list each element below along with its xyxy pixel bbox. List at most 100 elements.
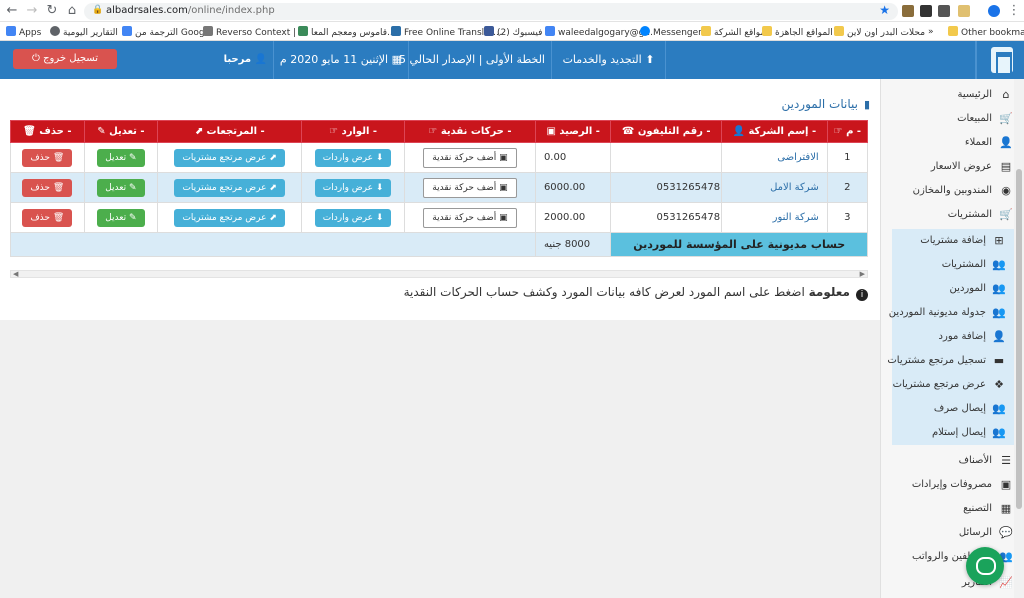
back-icon[interactable]: ← xyxy=(4,3,20,19)
table-row: 2 شركة الامل 0531265478 6000.00 ▣ أضف حر… xyxy=(10,172,869,203)
horizontal-scrollbar[interactable]: ◀ ▶ xyxy=(10,270,868,278)
company-link[interactable]: شركة النور xyxy=(720,202,828,233)
arrow-up-icon: ⬆ xyxy=(641,53,655,66)
sidebar-subitem-receive-receipt[interactable]: 👥 إيصال إستلام xyxy=(892,421,1014,445)
app-header: ⏻ تسجيل خروج 👤 مرحبا Groceryshopalbadr@g… xyxy=(0,41,1024,141)
bookmark-item[interactable]: الترجمة من Google xyxy=(122,26,213,38)
company-link[interactable]: الافتراضى xyxy=(720,142,828,173)
sidebar-item-purchases[interactable]: 🛒 المشتريات xyxy=(890,203,1024,227)
bookmark-folder[interactable]: المواقع الجاهزة xyxy=(762,26,833,38)
extension-icon[interactable] xyxy=(920,5,932,17)
cubes-icon: ❖ xyxy=(994,378,1004,391)
bookmark-folder[interactable]: محلات البدر اون لاين xyxy=(834,26,925,38)
bookmark-item[interactable]: waleedalgogary@g... xyxy=(545,26,653,38)
scrollbar-thumb[interactable] xyxy=(1016,169,1022,509)
sidebar-item-customers[interactable]: 👤 العملاء xyxy=(890,131,1024,155)
bookmark-item[interactable]: التقارير اليومية xyxy=(50,26,118,38)
renewal-services-link[interactable]: ⬆ التجديد والخدمات xyxy=(551,41,665,79)
list-icon: ☰ xyxy=(1001,454,1011,467)
sidebar-subitem-view-returns[interactable]: ❖ عرض مرتجع مشتريات xyxy=(892,373,1014,397)
sidebar-item-manufacturing[interactable]: ▦ التصنيع xyxy=(890,497,1024,521)
edit-button[interactable]: ✎ تعديل xyxy=(97,208,145,227)
sidebar-subitem-payment-receipt[interactable]: 👥 إيصال صرف xyxy=(892,397,1014,421)
logo[interactable] xyxy=(976,41,1024,79)
scroll-left-icon[interactable]: ◀ xyxy=(13,270,18,278)
external-link-icon: ⬈ xyxy=(266,212,277,223)
sidebar-scrollbar[interactable] xyxy=(1014,79,1024,598)
chat-bubble-icon[interactable] xyxy=(966,547,1004,585)
trash-icon: 🗑 xyxy=(49,212,65,223)
sidebar-item-home[interactable]: ⌂ الرئيسية xyxy=(890,83,1024,107)
delete-button[interactable]: 🗑 حذف xyxy=(22,178,73,197)
bookmark-item[interactable]: قاموس ومعجم المعا... xyxy=(298,26,396,38)
bookmark-folder[interactable]: Other bookmarks xyxy=(948,26,1024,38)
star-icon[interactable]: ★ xyxy=(879,3,890,17)
reload-icon[interactable]: ↻ xyxy=(44,3,60,19)
company-link[interactable]: شركة الامل xyxy=(720,172,828,203)
bookmark-item[interactable]: (2) فيسبوك xyxy=(484,26,542,38)
users-icon: 👥 xyxy=(992,258,1006,271)
row-number: 2 xyxy=(826,172,869,203)
extension-icon[interactable] xyxy=(958,5,970,17)
view-returns-button[interactable]: ⬈ عرض مرتجع مشتريات xyxy=(174,148,285,167)
sidebar-subitem-add-purchase[interactable]: ⊞ إضافة مشتريات xyxy=(892,229,1014,253)
view-incoming-button[interactable]: ⬇ عرض واردات xyxy=(314,178,392,197)
power-icon: ⏻ xyxy=(31,53,44,64)
sidebar-item-items[interactable]: ☰ الأصناف xyxy=(890,449,1024,473)
edit-icon: ✎ xyxy=(126,212,137,223)
view-returns-button[interactable]: ⬈ عرض مرتجع مشتريات xyxy=(174,178,285,197)
header-spacer xyxy=(665,41,976,79)
returns-cell: ⬈ عرض مرتجع مشتريات xyxy=(157,172,303,203)
profile-avatar[interactable] xyxy=(988,5,1000,17)
hand-icon: ☞ xyxy=(833,126,843,137)
reverso-icon xyxy=(203,26,213,36)
home-icon[interactable]: ⌂ xyxy=(64,3,80,19)
column-header-phone: - رقم التليفون ☎ xyxy=(610,120,722,143)
bookmark-item[interactable]: Messenger xyxy=(640,26,702,38)
bookmark-item[interactable]: Reverso Context | ... xyxy=(203,26,308,38)
view-returns-button[interactable]: ⬈ عرض مرتجع مشتريات xyxy=(174,208,285,227)
more-bookmarks-icon[interactable]: » xyxy=(928,26,934,38)
row-number: 1 xyxy=(826,142,869,173)
extension-icon[interactable] xyxy=(938,5,950,17)
column-header-cash: - حركات نقدية ☞ xyxy=(403,120,536,143)
sidebar-item-reps[interactable]: ◉ المندوبين والمخازن xyxy=(890,179,1024,203)
edit-button[interactable]: ✎ تعديل xyxy=(97,148,145,167)
card-icon: ▤ xyxy=(1000,160,1012,173)
column-header-returns: - المرتجعات ⬈ xyxy=(157,120,303,143)
sidebar-subitem-suppliers[interactable]: 👥 الموردين xyxy=(892,277,1014,301)
add-cash-movement-button[interactable]: ▣ أضف حركة نقدية xyxy=(423,177,517,198)
view-incoming-button[interactable]: ⬇ عرض واردات xyxy=(314,148,392,167)
user-menu[interactable]: 👤 مرحبا Groceryshopalbadr@gmail.com ▾ xyxy=(91,41,267,141)
sidebar-item-quotes[interactable]: ▤ عروض الاسعار xyxy=(890,155,1024,179)
menu-icon[interactable]: ⋮ xyxy=(1006,3,1022,19)
url-path: /online/index.php xyxy=(187,5,275,16)
sidebar-item-expenses[interactable]: ▣ مصروفات وإيرادات xyxy=(890,473,1024,497)
sidebar-subitem-register-return[interactable]: ▬ تسجيل مرتجع مشتريات xyxy=(887,349,1014,373)
scroll-right-icon[interactable]: ▶ xyxy=(860,270,865,278)
extension-icon[interactable] xyxy=(902,5,914,17)
sidebar-item-reports[interactable]: 📈التقارير xyxy=(890,571,1024,595)
phone-cell: 0531265478 xyxy=(610,172,722,203)
suppliers-table: - م ☞ - إسم الشركة 👤 - رقم التليفون ☎ - … xyxy=(10,120,869,257)
sidebar-subitem-add-supplier[interactable]: 👤 إضافة مورد xyxy=(892,325,1014,349)
column-header-delete: - حذف 🗑 xyxy=(10,120,85,143)
view-incoming-button[interactable]: ⬇ عرض واردات xyxy=(314,208,392,227)
sidebar-subitem-purchases[interactable]: 👥 المشتريات xyxy=(892,253,1014,277)
sidebar-item-messages[interactable]: 💬 الرسائل xyxy=(890,521,1024,545)
address-bar[interactable]: 🔒 albadrsales.com/online/index.php ★ xyxy=(84,3,898,20)
sidebar-item-sales[interactable]: 🛒 المبيعات xyxy=(890,107,1024,131)
delete-button[interactable]: 🗑 حذف xyxy=(22,148,73,167)
sidebar-subitem-supplier-debt[interactable]: 👥 جدولة مديونية الموردين xyxy=(889,301,1014,325)
add-cash-movement-button[interactable]: ▣ أضف حركة نقدية xyxy=(423,147,517,168)
balance-cell: 0.00 xyxy=(534,142,612,173)
home-icon: ⌂ xyxy=(1002,88,1010,101)
forward-icon[interactable]: → xyxy=(24,3,40,19)
add-cash-movement-button[interactable]: ▣ أضف حركة نقدية xyxy=(423,207,517,228)
bookmark-folder[interactable]: مواقع الشركة xyxy=(701,26,765,38)
table-row: 1 الافتراضى 0.00 ▣ أضف حركة نقدية ⬇ عرض … xyxy=(10,142,869,173)
delete-button[interactable]: 🗑 حذف xyxy=(22,208,73,227)
edit-button[interactable]: ✎ تعديل xyxy=(97,178,145,197)
bookmark-apps[interactable]: Apps xyxy=(6,26,41,38)
table-row: 3 شركة النور 0531265478 2000.00 ▣ أضف حر… xyxy=(10,202,869,233)
